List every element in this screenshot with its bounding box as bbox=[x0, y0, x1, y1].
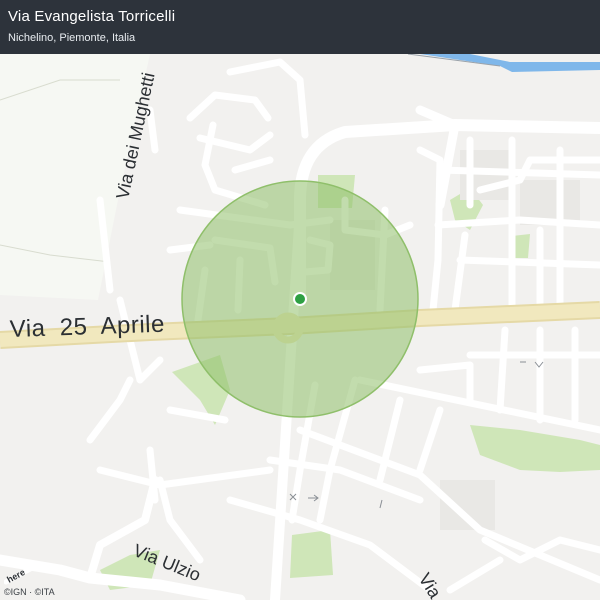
location-header: Via Evangelista Torricelli Nichelino, Pi… bbox=[0, 0, 600, 54]
street-label-via-25-aprile: Via 25 Aprile bbox=[9, 311, 165, 343]
here-logo: here bbox=[4, 565, 35, 585]
map-attribution[interactable]: ©IGN · ©ITA bbox=[4, 587, 55, 597]
location-subtitle: Nichelino, Piemonte, Italia bbox=[8, 32, 136, 44]
here-logo-text: here bbox=[5, 567, 26, 585]
map-canvas[interactable]: Via 25 Aprile Via dei Mughetti Via Ulzio… bbox=[0, 0, 600, 600]
location-title: Via Evangelista Torricelli bbox=[8, 8, 176, 25]
